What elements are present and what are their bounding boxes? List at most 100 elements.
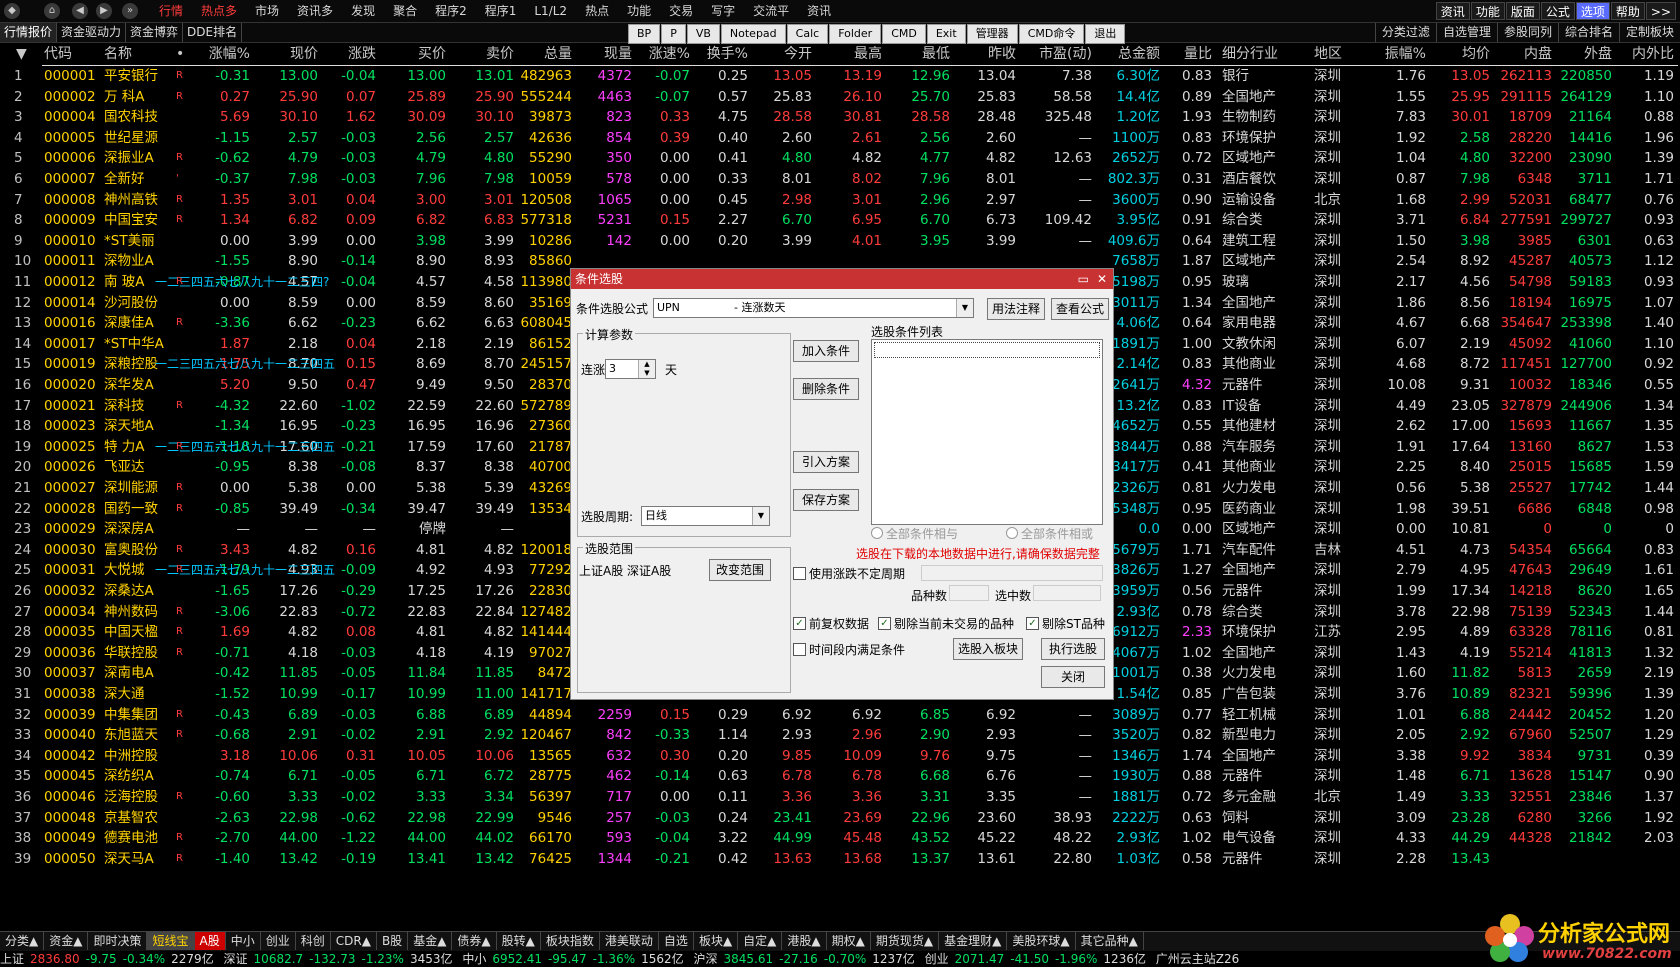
table-row[interactable]: 6 000007 全新好 ' -0.37 7.98 -0.03 7.96 7.98 10059 57…: [0, 168, 1680, 190]
table-row[interactable]: 39 000050 深天马A R -1.40 13.42 -0.19 13.41 13.42 76…: [0, 848, 1680, 870]
right-menu-item[interactable]: >>: [1645, 2, 1676, 20]
view-formula-button[interactable]: 查看公式: [1051, 298, 1109, 320]
market-tab[interactable]: 板块▲: [694, 932, 739, 950]
exclude-untraded-checkbox[interactable]: ✓: [878, 617, 891, 630]
market-tab[interactable]: 基金理财▲: [939, 932, 1008, 950]
market-tab[interactable]: 美股环球▲: [1007, 932, 1076, 950]
market-tab[interactable]: 股转▲: [497, 932, 541, 950]
param-spin-input[interactable]: 3 ▲ ▼: [605, 359, 656, 379]
table-row[interactable]: 38 000049 德赛电池 R -2.70 44.00 -1.22 44.00 44.02 66…: [0, 827, 1680, 849]
toolbar-button[interactable]: CMD命令: [1018, 24, 1085, 44]
column-header[interactable]: 换手%: [692, 43, 748, 65]
table-row[interactable]: 33 000040 东旭蓝天 R -0.68 2.91 -0.02 2.91 2.92 12046…: [0, 724, 1680, 746]
column-header[interactable]: 市盈(动): [1020, 43, 1092, 65]
menu-item[interactable]: 聚合: [384, 0, 426, 22]
market-tab[interactable]: 板块指数: [541, 932, 600, 950]
menu-item[interactable]: 资讯多: [288, 0, 342, 22]
menu-item[interactable]: 热点多: [192, 0, 246, 22]
column-header[interactable]: 昨收: [952, 43, 1016, 65]
toolbar-button[interactable]: P: [661, 24, 686, 44]
chevron-down-icon[interactable]: ▼: [752, 507, 769, 525]
right-view-tab[interactable]: 综合排名: [1557, 23, 1619, 42]
column-header[interactable]: 卖价: [448, 43, 514, 65]
minimize-icon[interactable]: ▭: [1078, 269, 1089, 289]
table-row[interactable]: 8 000009 中国宝安 R 1.34 6.82 0.09 6.82 6.83 577318 52…: [0, 209, 1680, 231]
uncertain-period-checkbox[interactable]: [793, 567, 806, 580]
right-view-tab[interactable]: 定制板块: [1618, 23, 1680, 42]
column-header[interactable]: 涨速%: [634, 43, 690, 65]
usage-note-button[interactable]: 用法注释: [987, 298, 1045, 320]
right-menu-item[interactable]: 资讯: [1435, 2, 1470, 20]
menu-item[interactable]: 交流平: [744, 0, 798, 22]
column-header[interactable]: 内外比: [1618, 43, 1674, 65]
table-row[interactable]: 34 000042 中洲控股 3.18 10.06 0.31 10.05 10.06 13565…: [0, 745, 1680, 767]
forward-icon[interactable]: ▶: [96, 3, 112, 19]
table-row[interactable]: 7 000008 神州高铁 R 1.35 3.01 0.04 3.00 3.01 120508 10…: [0, 189, 1680, 211]
market-tab[interactable]: 短线宝: [147, 932, 195, 950]
execute-selection-button[interactable]: 执行选股: [1041, 638, 1105, 660]
market-tab[interactable]: 其它品种▲: [1076, 932, 1144, 950]
market-tab[interactable]: 债券▲: [452, 932, 497, 950]
change-range-button[interactable]: 改变范围: [709, 559, 771, 581]
home-icon[interactable]: ⌂: [44, 3, 60, 19]
table-row[interactable]: 32 000039 中集集团 R -0.43 6.89 -0.03 6.88 6.89 44894…: [0, 704, 1680, 726]
market-tab[interactable]: 分类▲: [0, 932, 45, 950]
table-row[interactable]: 36 000046 泛海控股 R -0.60 3.33 -0.02 3.33 3.34 56397…: [0, 786, 1680, 808]
market-tab[interactable]: B股: [377, 932, 409, 950]
chevron-down-icon[interactable]: ▼: [956, 299, 973, 317]
menu-item[interactable]: 功能: [618, 0, 660, 22]
toolbar-button[interactable]: 管理器: [966, 24, 1018, 44]
save-scheme-button[interactable]: 保存方案: [793, 489, 859, 511]
menu-expand-icon[interactable]: »: [122, 3, 138, 19]
uncertain-period-field[interactable]: [921, 565, 1103, 581]
select-to-block-button[interactable]: 选股入板块: [953, 638, 1023, 660]
formula-select[interactable]: UPN - 连涨数天 ▼: [653, 298, 974, 318]
column-header[interactable]: 买价: [378, 43, 446, 65]
market-tab[interactable]: 港股▲: [782, 932, 827, 950]
menu-item[interactable]: 行情: [150, 0, 192, 22]
right-menu-item[interactable]: 帮助: [1610, 2, 1645, 20]
dialog-close-button[interactable]: 关闭: [1041, 666, 1105, 688]
import-scheme-button[interactable]: 引入方案: [793, 451, 859, 473]
prefq-checkbox[interactable]: ✓: [793, 617, 806, 630]
right-menu-item[interactable]: 公式: [1540, 2, 1575, 20]
market-tab[interactable]: CDR▲: [331, 932, 377, 950]
table-row[interactable]: 5 000006 深振业A R -0.62 4.79 -0.03 4.79 4.80 55290 3…: [0, 147, 1680, 169]
right-menu-item[interactable]: 版面: [1505, 2, 1540, 20]
column-header[interactable]: 今开: [750, 43, 812, 65]
table-row[interactable]: 9 000010 *ST美丽 0.00 3.99 0.00 3.98 3.99 10286 142…: [0, 230, 1680, 252]
table-row[interactable]: 2 000002 万 科A R 0.27 25.90 0.07 25.89 25.90 55524…: [0, 86, 1680, 108]
column-header[interactable]: 细分行业: [1222, 43, 1306, 65]
menu-item[interactable]: 交易: [660, 0, 702, 22]
column-header[interactable]: 总量: [510, 43, 572, 65]
menu-item[interactable]: 发现: [342, 0, 384, 22]
market-tab[interactable]: 资金▲: [44, 932, 89, 950]
toolbar-button[interactable]: Folder: [829, 24, 882, 44]
market-tab[interactable]: 自选: [659, 932, 694, 950]
column-header[interactable]: 内盘: [1492, 43, 1552, 65]
app-logo-icon[interactable]: ◆: [4, 3, 20, 19]
column-header[interactable]: 现价: [252, 43, 318, 65]
market-tab[interactable]: 科创: [296, 932, 331, 950]
market-tab[interactable]: 即时决策: [88, 932, 148, 950]
column-header[interactable]: 均价: [1430, 43, 1490, 65]
column-header[interactable]: 总金额: [1094, 43, 1160, 65]
toolbar-button[interactable]: Exit: [926, 24, 966, 44]
menu-item[interactable]: 热点: [576, 0, 618, 22]
view-tab[interactable]: 行情报价: [0, 23, 58, 42]
table-row[interactable]: 3 000004 国农科技 5.69 30.10 1.62 30.09 30.10 39873 8…: [0, 106, 1680, 128]
menu-item[interactable]: 程序2: [426, 0, 476, 22]
column-header[interactable]: 最低: [884, 43, 950, 65]
table-row[interactable]: 35 000045 深纺织A -0.74 6.71 -0.05 6.71 6.72 28775 4…: [0, 765, 1680, 787]
table-row[interactable]: 37 000048 京基智农 -2.63 22.98 -0.62 22.98 22.99 954…: [0, 807, 1680, 829]
right-view-tab[interactable]: 参股同列: [1496, 23, 1558, 42]
toolbar-button[interactable]: VB: [686, 24, 720, 44]
spinner-icon[interactable]: ▲ ▼: [638, 360, 655, 378]
market-tab[interactable]: 中小: [226, 932, 261, 950]
column-header[interactable]: 最高: [814, 43, 882, 65]
menu-item[interactable]: 资讯: [798, 0, 840, 22]
add-condition-button[interactable]: 加入条件: [793, 340, 859, 362]
market-tab[interactable]: 自定▲: [738, 932, 783, 950]
exclude-st-checkbox[interactable]: ✓: [1026, 617, 1039, 630]
column-header[interactable]: 振幅%: [1366, 43, 1426, 65]
